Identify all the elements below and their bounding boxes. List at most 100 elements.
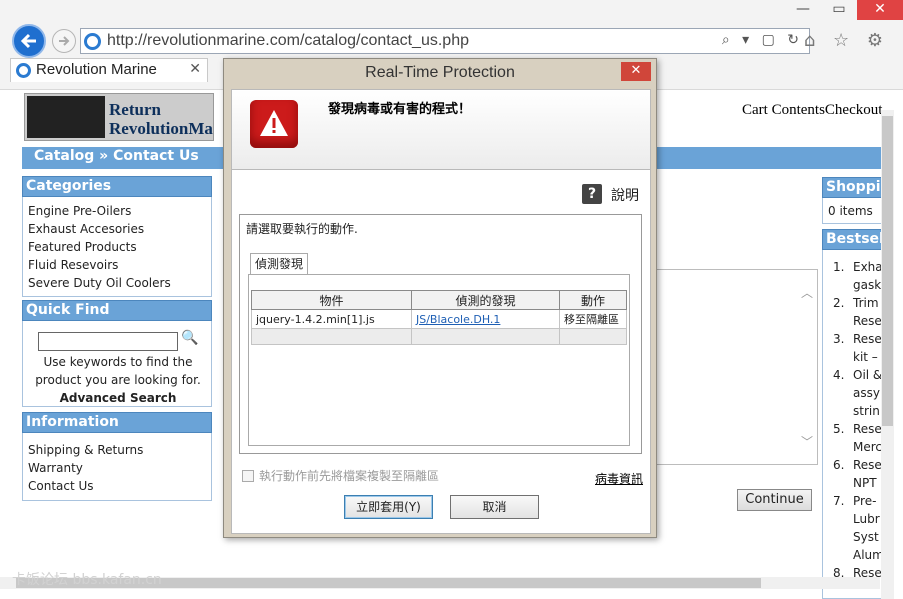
bestseller-line[interactable]: 3. [833, 330, 853, 348]
bestseller-line[interactable]: 1. [833, 258, 853, 276]
bestseller-line[interactable]: 4. [833, 366, 853, 384]
bestseller-line[interactable]: kit – [853, 348, 878, 366]
bestseller-line[interactable]: 6. [833, 456, 853, 474]
column-header-object[interactable]: 物件 [251, 290, 412, 310]
bestseller-line[interactable]: Syst [853, 528, 879, 546]
virus-info-link[interactable]: 病毒資訊 [595, 470, 643, 487]
warning-message: 發現病毒或有害的程式！ [328, 102, 472, 117]
logo-line-1: Return [109, 100, 161, 119]
dialog-close-button[interactable]: ✕ [621, 62, 651, 81]
bestseller-line[interactable]: Rese [853, 330, 881, 348]
maximize-button[interactable]: ▭ [821, 0, 857, 20]
minimize-button[interactable]: — [785, 0, 821, 20]
enquiry-textarea[interactable]: ︿ ﹀ [652, 269, 818, 465]
group-label: 請選取要執行的動作. [246, 222, 358, 236]
bestseller-line[interactable]: Oil & [853, 366, 881, 384]
info-link[interactable]: Shipping & Returns [28, 441, 206, 459]
dialog-banner: 發現病毒或有害的程式！ [231, 89, 651, 170]
bestseller-line[interactable]: Merc [853, 438, 881, 456]
arrow-right-icon [59, 36, 70, 46]
cancel-button[interactable]: 取消 [450, 495, 539, 519]
copy-to-quarantine-checkbox[interactable] [242, 470, 254, 482]
cart-links[interactable]: Cart ContentsCheckout [742, 102, 882, 119]
shopping-cart-header: Shopping Cart [822, 177, 882, 198]
bestseller-line[interactable]: strin [853, 402, 880, 420]
ie-icon [16, 63, 31, 78]
bestsellers-list[interactable]: 1. Exha gask 2. Trim Rese 3. Rese kit –4. Oil & as… [822, 250, 882, 599]
category-link[interactable]: Featured Products [28, 238, 206, 256]
help-link[interactable]: 說明 [611, 185, 639, 205]
bestseller-line[interactable]: NPT [853, 474, 877, 492]
info-link[interactable]: Warranty [28, 459, 206, 477]
bestseller-line[interactable]: Pre- [853, 492, 876, 510]
bestseller-line[interactable]: Rese [853, 420, 881, 438]
bestseller-line[interactable]: 5. [833, 420, 853, 438]
address-bar[interactable]: http://revolutionmarine.com/catalog/cont… [80, 28, 810, 54]
bestseller-line[interactable]: Trim [853, 294, 879, 312]
logo-image [27, 96, 105, 138]
dialog-body: ? 說明 請選取要執行的動作. 偵測發現 物件 偵測的發現 動作 jquery-… [231, 170, 651, 534]
action-group: 請選取要執行的動作. 偵測發現 物件 偵測的發現 動作 jquery-1.4.2… [239, 214, 642, 454]
category-link[interactable]: Engine Pre-Oilers [28, 202, 206, 220]
watermark: 卡饭论坛 bbs.kafan.cn [12, 572, 162, 588]
site-logo[interactable]: Return RevolutionMa [24, 93, 214, 141]
ie-icon [84, 33, 101, 50]
quick-find-help-text: Use keywords to find the product you are… [35, 355, 201, 387]
category-link[interactable]: Severe Duty Oil Coolers [28, 274, 206, 292]
forward-button[interactable] [52, 29, 76, 53]
info-link[interactable]: Contact Us [28, 477, 206, 495]
search-icon[interactable]: 🔍 [181, 329, 198, 347]
window-controls: — ▭ ✕ [793, 0, 903, 22]
bestsellers-header: Bestsellers [822, 229, 882, 250]
tab-detections[interactable]: 偵測發現 [250, 253, 308, 275]
detections-table: 物件 偵測的發現 動作 jquery-1.4.2.min[1].js JS/Bl… [251, 290, 627, 345]
bestseller-line[interactable]: assy [853, 384, 880, 402]
scrollbar-thumb[interactable] [882, 116, 893, 426]
apply-now-button[interactable]: 立即套用(Y) [344, 495, 433, 519]
home-favorites-settings-icons[interactable]: ⌂ ☆ ⚙ [804, 30, 889, 51]
address-tools-icons[interactable]: ⌕ ▾ ▢ ↻ [722, 32, 803, 48]
logo-line-2: RevolutionMa [109, 119, 213, 138]
action-cell[interactable]: 移至隔離區 [559, 309, 627, 329]
information-list: Shipping & Returns Warranty Contact Us [22, 433, 212, 501]
continue-button[interactable]: Continue [737, 489, 812, 511]
advanced-search-link[interactable]: Advanced Search [60, 391, 177, 405]
real-time-protection-dialog: Real-Time Protection ✕ 發現病毒或有害的程式！ ? 說明 … [223, 58, 657, 538]
dialog-title: Real-Time Protection [365, 64, 515, 81]
quick-find-header: Quick Find [22, 300, 212, 321]
tab-close-icon[interactable]: ✕ [189, 61, 201, 77]
bestseller-line[interactable]: Rese [853, 312, 881, 330]
empty-cell [411, 328, 560, 345]
bestseller-line[interactable]: gask [853, 276, 881, 294]
object-cell: jquery-1.4.2.min[1].js [251, 309, 412, 329]
browser-tab[interactable]: Revolution Marine ✕ [10, 58, 208, 82]
back-button[interactable] [12, 24, 46, 58]
column-header-detection[interactable]: 偵測的發現 [411, 290, 560, 310]
url-text[interactable]: http://revolutionmarine.com/catalog/cont… [107, 32, 469, 50]
table-row-empty [251, 328, 627, 345]
warning-icon [250, 100, 298, 148]
bestseller-line[interactable]: 2. [833, 294, 853, 312]
bestseller-line[interactable]: Rese [853, 456, 881, 474]
category-link[interactable]: Fluid Resevoirs [28, 256, 206, 274]
bestseller-line[interactable]: Exha [853, 258, 881, 276]
tab-title: Revolution Marine [36, 61, 157, 78]
window-close-button[interactable]: ✕ [857, 0, 903, 20]
quick-find-help: Use keywords to find the product you are… [27, 353, 209, 407]
bestseller-line[interactable]: Lubr [853, 510, 880, 528]
table-row[interactable]: jquery-1.4.2.min[1].js JS/Blacole.DH.1 移… [251, 309, 627, 329]
detection-link[interactable]: JS/Blacole.DH.1 [411, 309, 560, 329]
bestseller-line[interactable]: Alum [853, 546, 881, 564]
quick-find-input[interactable] [38, 332, 178, 351]
scroll-down-icon[interactable]: ﹀ [801, 433, 813, 450]
column-header-action[interactable]: 動作 [559, 290, 627, 310]
empty-cell [559, 328, 627, 345]
vertical-scrollbar[interactable] [881, 110, 894, 599]
help-icon[interactable]: ? [582, 184, 602, 204]
bestseller-line[interactable]: 7. [833, 492, 853, 510]
scroll-up-icon[interactable]: ︿ [801, 284, 813, 301]
empty-cell [251, 328, 412, 345]
category-link[interactable]: Exhaust Accesories [28, 220, 206, 238]
detections-panel: 物件 偵測的發現 動作 jquery-1.4.2.min[1].js JS/Bl… [248, 274, 630, 446]
checkbox-label: 執行動作前先將檔案複製至隔離區 [259, 469, 440, 483]
